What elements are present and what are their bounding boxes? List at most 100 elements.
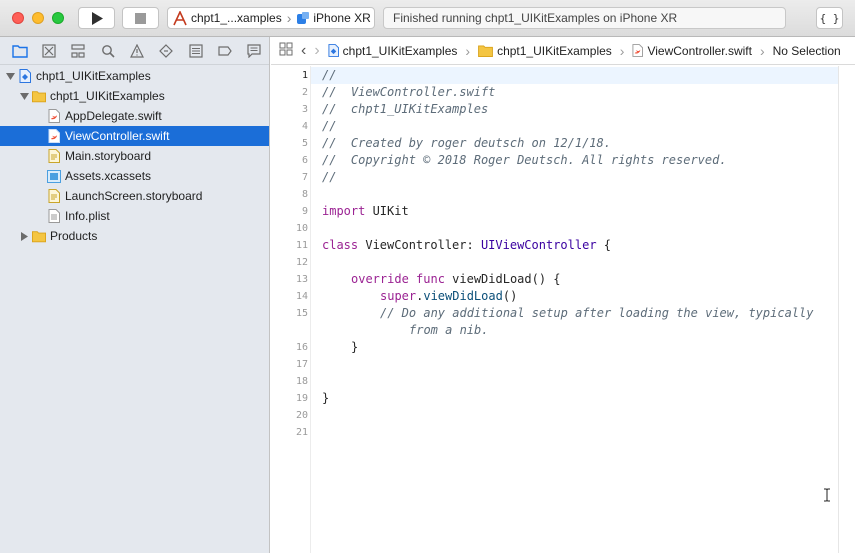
code-line: }	[322, 391, 330, 405]
run-button[interactable]	[78, 7, 115, 29]
tab-project-navigator[interactable]	[5, 40, 34, 62]
tree-item-label: Assets.xcassets	[65, 169, 152, 183]
line-number: 16	[295, 342, 308, 353]
related-items-icon[interactable]	[279, 42, 293, 59]
plist-icon	[47, 209, 61, 223]
code-text: {	[596, 238, 611, 252]
code-text: UIKit	[365, 204, 409, 218]
tree-item-label: Products	[50, 229, 98, 243]
code-line: //	[322, 119, 337, 133]
code-keyword: class	[322, 238, 359, 252]
folder-icon	[32, 229, 46, 243]
line-number: 21	[295, 427, 308, 438]
tree-item-viewcontroller[interactable]: ViewController.swift	[0, 126, 269, 146]
swift-file-icon	[47, 109, 61, 123]
code-line: from a nib.	[409, 323, 489, 337]
code-text: viewDidLoad() {	[444, 272, 561, 286]
line-number: 6	[301, 155, 308, 166]
code-line: // Created by roger deutsch on 12/1/18.	[322, 136, 611, 150]
swift-file-icon	[47, 129, 61, 143]
hierarchy-icon	[71, 43, 85, 58]
tree-item-launchscreen[interactable]: LaunchScreen.storyboard	[0, 186, 269, 206]
code-keyword: import	[322, 204, 366, 218]
scheme-device-label: iPhone XR	[313, 11, 371, 25]
code-text: ViewController:	[358, 238, 481, 252]
tree-item-label: chpt1_UIKitExamples	[50, 89, 165, 103]
line-number: 4	[301, 121, 308, 132]
source-control-icon	[42, 43, 56, 58]
line-number: 18	[295, 376, 308, 387]
debug-icon	[189, 43, 203, 58]
disclosure-expanded-icon[interactable]	[19, 91, 29, 101]
jumpbar-file-label: ViewController.swift	[647, 43, 752, 58]
code-line: // chpt1_UIKitExamples	[322, 102, 489, 116]
code-line: override func viewDidLoad() {	[351, 271, 561, 288]
jumpbar-project-label: chpt1_UIKitExamples	[342, 43, 458, 58]
jump-bar: ‹ › chpt1_UIKitExamples › chpt1_UIKitExa…	[271, 37, 855, 65]
chevron-right-icon: ›	[759, 42, 765, 59]
tree-item-group[interactable]: chpt1_UIKitExamples	[0, 86, 269, 106]
line-number: 11	[295, 240, 308, 251]
code-text-area[interactable]: // // ViewController.swift // chpt1_UIKi…	[311, 66, 838, 553]
storyboard-icon	[47, 189, 61, 203]
tree-item-assets[interactable]: Assets.xcassets	[0, 166, 269, 186]
breakpoint-icon	[218, 45, 232, 56]
jumpbar-project[interactable]: chpt1_UIKitExamples	[328, 43, 458, 58]
tab-source-control[interactable]	[34, 40, 63, 62]
activity-viewer: Finished running chpt1_UIKitExamples on …	[383, 7, 786, 29]
folder-icon	[32, 89, 46, 103]
tree-item-main-storyboard[interactable]: Main.storyboard	[0, 146, 269, 166]
tree-item-label: AppDelegate.swift	[65, 109, 162, 123]
report-icon	[247, 43, 261, 58]
tab-symbols[interactable]	[64, 40, 93, 62]
code-line: import UIKit	[322, 203, 409, 220]
storyboard-icon	[47, 149, 61, 163]
project-icon	[18, 69, 32, 83]
line-number: 17	[295, 359, 308, 370]
line-number: 12	[295, 257, 308, 268]
activity-status-text: Finished running chpt1_UIKitExamples on …	[393, 11, 678, 25]
forward-arrow-icon[interactable]: ›	[314, 42, 319, 60]
tree-item-products[interactable]: Products	[0, 226, 269, 246]
jumpbar-group-label: chpt1_UIKitExamples	[497, 43, 612, 58]
code-type: UIViewController	[480, 238, 597, 252]
scheme-selector[interactable]: chpt1_...xamples › iPhone XR	[167, 7, 375, 29]
jumpbar-file[interactable]: ViewController.swift	[632, 43, 752, 58]
tab-tests[interactable]	[152, 40, 181, 62]
stop-button[interactable]	[122, 7, 159, 29]
navigator-tab-bar	[0, 37, 269, 65]
toolbar: chpt1_...xamples › iPhone XR Finished ru…	[0, 0, 855, 37]
line-number: 19	[295, 393, 308, 404]
tree-item-info-plist[interactable]: Info.plist	[0, 206, 269, 226]
assets-icon	[47, 169, 61, 183]
back-arrow-icon[interactable]: ‹	[301, 42, 306, 60]
play-icon	[91, 11, 103, 25]
line-number: 2	[301, 87, 308, 98]
project-navigator: chpt1_UIKitExamples chpt1_UIKitExamples …	[0, 37, 270, 553]
line-number: 10	[295, 223, 308, 234]
tree-item-appdelegate[interactable]: AppDelegate.swift	[0, 106, 269, 126]
zoom-window-button[interactable]	[52, 12, 64, 24]
warning-icon	[129, 43, 144, 58]
disclosure-expanded-icon[interactable]	[5, 71, 15, 81]
tab-find[interactable]	[93, 40, 122, 62]
tab-reports[interactable]	[240, 40, 269, 62]
tree-item-project[interactable]: chpt1_UIKitExamples	[0, 66, 269, 86]
minimize-window-button[interactable]	[32, 12, 44, 24]
swift-file-icon	[632, 44, 644, 57]
tab-debug[interactable]	[181, 40, 210, 62]
disclosure-collapsed-icon[interactable]	[19, 231, 29, 241]
chevron-right-icon: ›	[619, 42, 625, 59]
jumpbar-group[interactable]: chpt1_UIKitExamples	[478, 44, 612, 58]
iphone-simulator-icon	[297, 12, 310, 24]
line-number: 7	[301, 172, 308, 183]
folder-icon	[11, 44, 28, 58]
line-number: 8	[301, 189, 308, 200]
xcode-app-icon	[173, 10, 187, 25]
library-button[interactable]: { }	[816, 7, 843, 29]
tab-breakpoints[interactable]	[210, 40, 239, 62]
tree-item-label: ViewController.swift	[65, 129, 170, 143]
tab-issues[interactable]	[122, 40, 151, 62]
close-window-button[interactable]	[12, 12, 24, 24]
jumpbar-symbol[interactable]: No Selection	[773, 44, 841, 58]
